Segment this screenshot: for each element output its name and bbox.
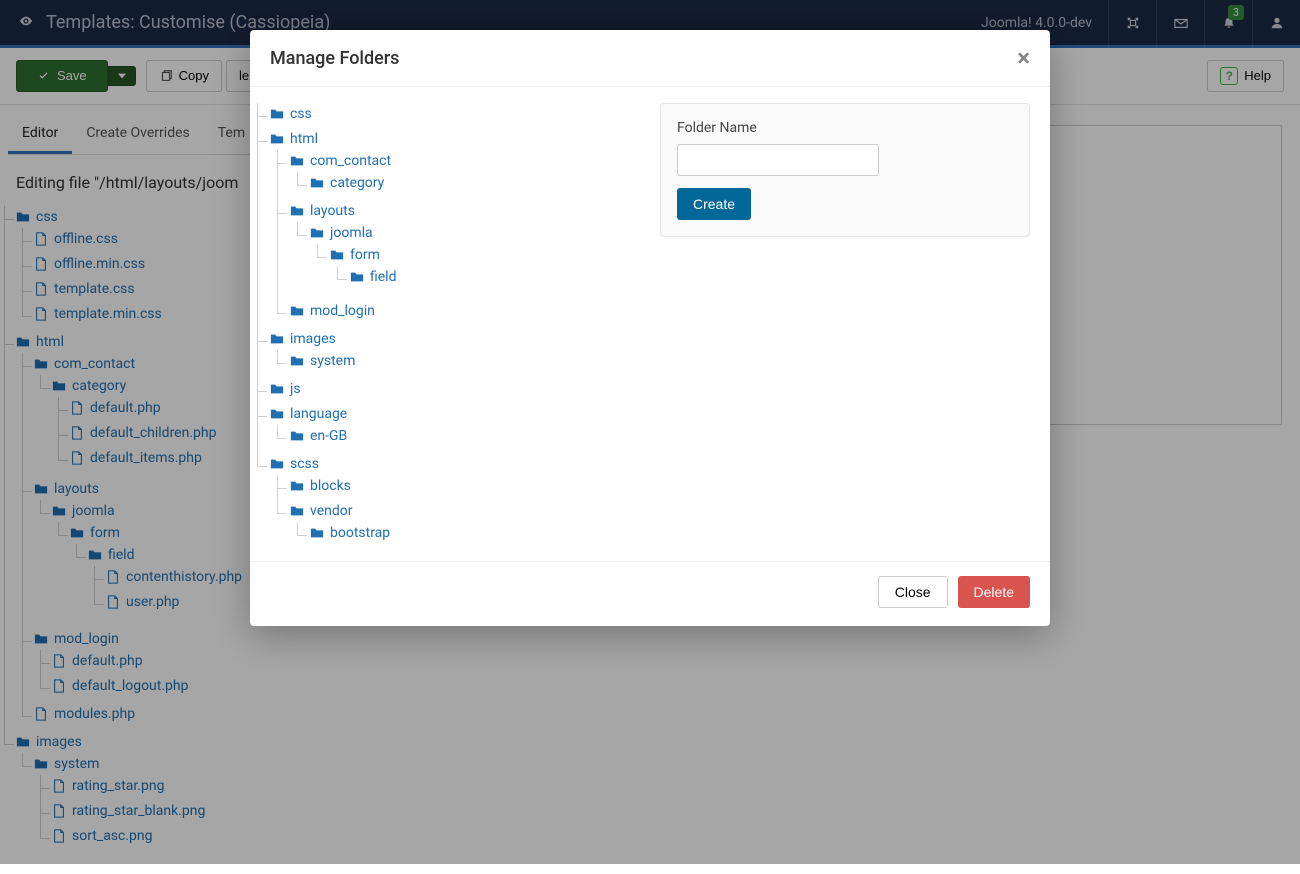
tree-node[interactable]: form (330, 247, 380, 263)
tree-label: scss (290, 456, 319, 472)
tree-node[interactable]: images (270, 331, 336, 347)
folder-icon (310, 526, 324, 540)
tree-label: vendor (310, 503, 352, 519)
tree-label: images (290, 331, 336, 347)
folder-icon (270, 407, 284, 421)
folder-name-input[interactable] (677, 144, 879, 176)
tree-item: js (270, 378, 640, 403)
tree-label: en-GB (310, 428, 347, 444)
tree-node[interactable]: vendor (290, 503, 352, 519)
folder-icon (290, 354, 304, 368)
tree-node[interactable]: mod_login (290, 303, 375, 319)
modal-footer: Close Delete (250, 561, 1050, 626)
folder-icon (350, 270, 364, 284)
tree-node[interactable]: css (270, 106, 312, 122)
tree-node[interactable]: field (350, 269, 396, 285)
tree-label: form (350, 247, 380, 263)
tree-label: js (290, 381, 301, 397)
close-button[interactable]: Close (878, 576, 948, 608)
tree-item: layouts joomla form field (290, 200, 640, 300)
folder-icon (290, 154, 304, 168)
tree-label: css (290, 106, 312, 122)
tree-item: category (310, 172, 640, 197)
tree-node[interactable]: language (270, 406, 347, 422)
create-folder-form: Folder Name Create (660, 103, 1030, 237)
folder-icon (270, 332, 284, 346)
folder-icon (330, 248, 344, 262)
tree-item: mod_login (290, 300, 640, 325)
tree-node[interactable]: js (270, 381, 301, 397)
folder-icon (290, 204, 304, 218)
modal-title: Manage Folders (270, 48, 399, 69)
tree-node[interactable]: en-GB (290, 428, 347, 444)
tree-node[interactable]: bootstrap (310, 525, 390, 541)
tree-item: bootstrap (310, 522, 640, 547)
folder-icon (290, 304, 304, 318)
folder-icon (310, 226, 324, 240)
folder-icon (270, 107, 284, 121)
tree-item: language en-GB (270, 403, 640, 453)
tree-item: form field (330, 244, 640, 294)
tree-item: system (290, 350, 640, 375)
tree-label: system (310, 353, 355, 369)
tree-label: html (290, 131, 318, 147)
manage-folders-modal: Manage Folders × css html com_contactcateg… (250, 30, 1050, 626)
folder-icon (310, 176, 324, 190)
modal-overlay[interactable]: Manage Folders × css html com_contactcateg… (0, 0, 1300, 864)
tree-node[interactable]: com_contact (290, 153, 391, 169)
tree-item: images system (270, 328, 640, 378)
tree-node[interactable]: joomla (310, 225, 373, 241)
tree-node[interactable]: category (310, 175, 384, 191)
tree-item: css (270, 103, 640, 128)
folder-icon (270, 457, 284, 471)
tree-label: joomla (330, 225, 373, 241)
modal-body: css html com_contact category layouts joomla f… (250, 87, 1050, 561)
delete-button[interactable]: Delete (958, 576, 1030, 608)
tree-node[interactable]: html (270, 131, 318, 147)
folder-icon (290, 504, 304, 518)
tree-item: html com_contact category layouts joomla form… (270, 128, 640, 328)
tree-item: blocks (290, 475, 640, 500)
tree-item: field (350, 266, 640, 291)
tree-label: category (330, 175, 384, 191)
tree-item: com_contact category (290, 150, 640, 200)
tree-item: joomla form field (310, 222, 640, 297)
tree-label: layouts (310, 203, 355, 219)
tree-item: en-GB (290, 425, 640, 450)
tree-label: blocks (310, 478, 351, 494)
tree-node[interactable]: blocks (290, 478, 351, 494)
create-button[interactable]: Create (677, 188, 751, 220)
tree-label: mod_login (310, 303, 375, 319)
tree-node[interactable]: scss (270, 456, 319, 472)
tree-node[interactable]: layouts (290, 203, 355, 219)
folder-icon (270, 132, 284, 146)
tree-label: language (290, 406, 347, 422)
tree-label: com_contact (310, 153, 391, 169)
close-icon[interactable]: × (1017, 46, 1030, 70)
modal-header: Manage Folders × (250, 30, 1050, 87)
tree-label: bootstrap (330, 525, 390, 541)
tree-label: field (370, 269, 396, 285)
tree-item: vendor bootstrap (290, 500, 640, 550)
folder-name-label: Folder Name (677, 120, 1013, 136)
modal-folder-tree: css html com_contact category layouts joomla f… (270, 103, 640, 553)
folder-icon (270, 382, 284, 396)
folder-icon (290, 479, 304, 493)
tree-item: scss blocks vendor bootstrap (270, 453, 640, 553)
folder-icon (290, 429, 304, 443)
tree-node[interactable]: system (290, 353, 355, 369)
